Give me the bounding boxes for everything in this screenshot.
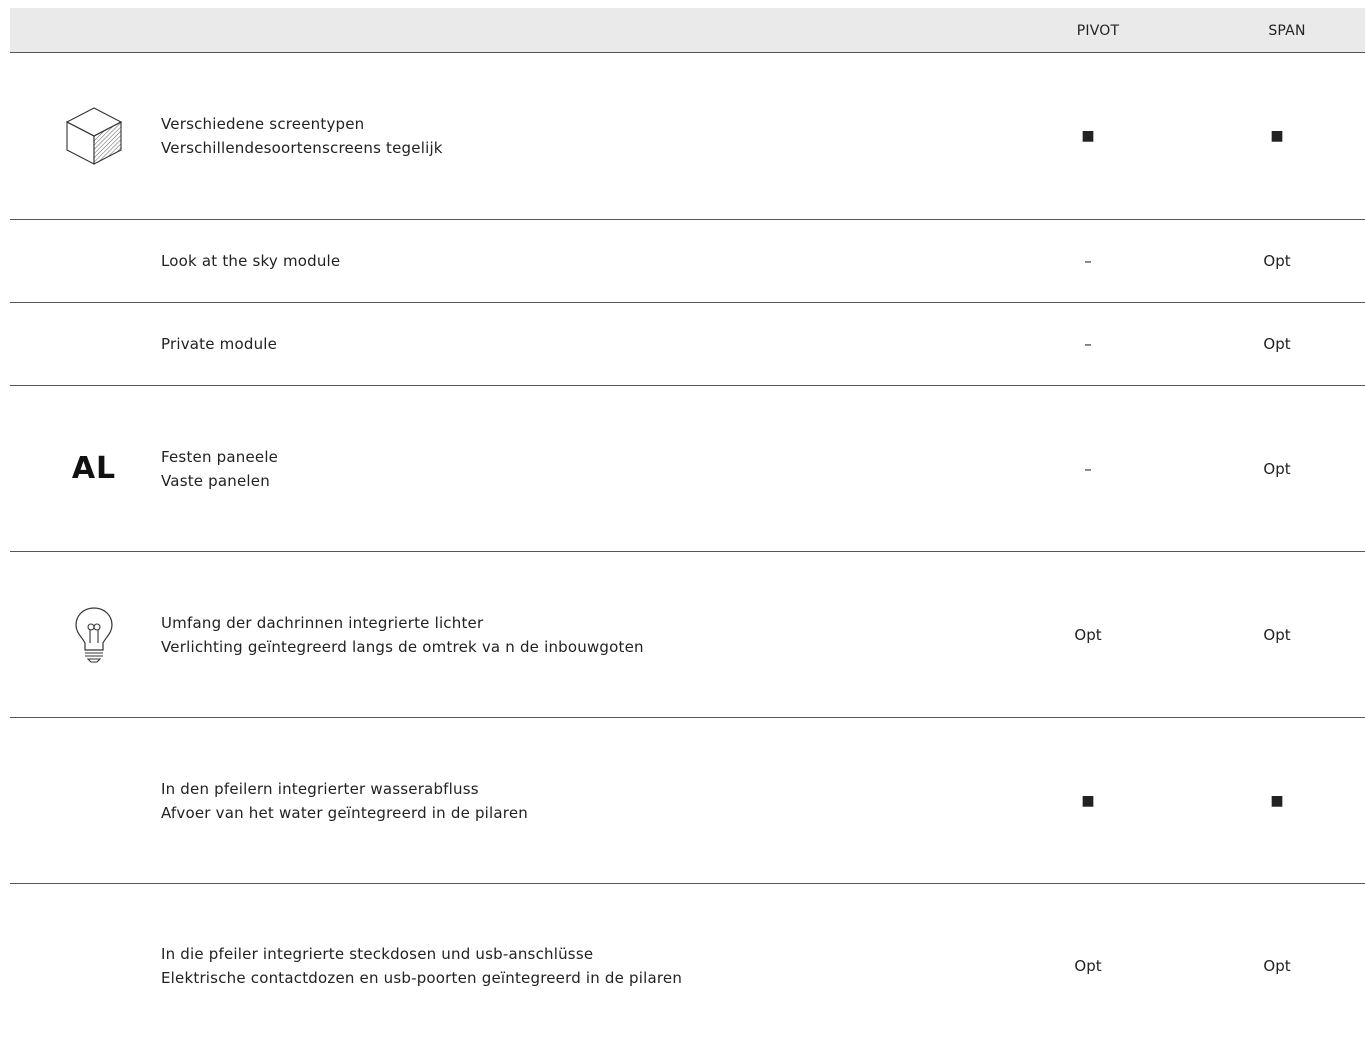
row-label-line1: Look at the sky module <box>161 252 341 270</box>
pivot-value: – <box>1084 459 1092 478</box>
span-value: ■ <box>1270 128 1284 144</box>
pivot-value: – <box>1084 335 1092 353</box>
column-header-pivot: PIVOT <box>1076 23 1120 39</box>
span-value: Opt <box>1263 335 1291 353</box>
span-value: Opt <box>1263 459 1291 478</box>
table-row: AL Festen paneele Vaste panelen – Opt <box>10 386 1365 552</box>
table-row: In die pfeiler integrierte steckdosen un… <box>10 884 1365 1047</box>
row-label-line2: Vaste panelen <box>161 471 270 490</box>
column-header-span: SPAN <box>1268 23 1306 39</box>
span-value: ■ <box>1270 792 1284 809</box>
pivot-value: ■ <box>1081 792 1095 809</box>
row-label-line2: Afvoer van het water geïntegreerd in de … <box>161 803 528 822</box>
row-description: Verschiedene screentypen Verschillendeso… <box>161 53 443 219</box>
row-description: In die pfeiler integrierte steckdosen un… <box>161 884 682 1047</box>
row-description: Festen paneele Vaste panelen <box>161 386 278 551</box>
table-row: Look at the sky module – Opt <box>10 220 1365 303</box>
row-label-line2: Elektrische contactdozen en usb-poorten … <box>161 968 683 987</box>
table-row: Umfang der dachrinnen integrierte lichte… <box>10 552 1365 718</box>
row-label-line2: Verschillendesoortenscreens tegelijk <box>161 139 443 157</box>
pivot-value: Opt <box>1074 625 1102 644</box>
row-label-line1: In die pfeiler integrierte steckdosen un… <box>161 944 594 963</box>
lightbulb-icon <box>50 552 138 717</box>
span-value: Opt <box>1263 625 1291 644</box>
pivot-value: – <box>1084 252 1092 270</box>
cube-icon <box>50 53 138 219</box>
table-row: Verschiedene screentypen Verschillendeso… <box>10 53 1365 220</box>
pivot-value: ■ <box>1081 128 1095 144</box>
al-logo: AL <box>50 386 138 551</box>
row-description: Private module <box>161 303 277 385</box>
span-value: Opt <box>1263 252 1291 270</box>
row-description: In den pfeilern integrierter wasserabflu… <box>161 718 528 883</box>
al-logo-text: AL <box>71 451 117 486</box>
row-description: Umfang der dachrinnen integrierte lichte… <box>161 552 644 717</box>
row-label-line1: Private module <box>161 335 278 353</box>
row-label-line1: Festen paneele <box>161 447 279 466</box>
row-label-line2: Verlichting geïntegreerd langs de omtrek… <box>161 637 644 656</box>
span-value: Opt <box>1263 956 1291 975</box>
row-label-line1: In den pfeilern integrierter wasserabflu… <box>161 779 479 798</box>
table-row: Private module – Opt <box>10 303 1365 386</box>
table-header: PIVOT SPAN <box>10 8 1365 53</box>
row-description: Look at the sky module <box>161 220 340 302</box>
pivot-value: Opt <box>1074 956 1102 975</box>
row-label-line1: Verschiedene screentypen <box>161 115 365 133</box>
table-row: In den pfeilern integrierter wasserabflu… <box>10 718 1365 884</box>
row-label-line1: Umfang der dachrinnen integrierte lichte… <box>161 613 484 632</box>
